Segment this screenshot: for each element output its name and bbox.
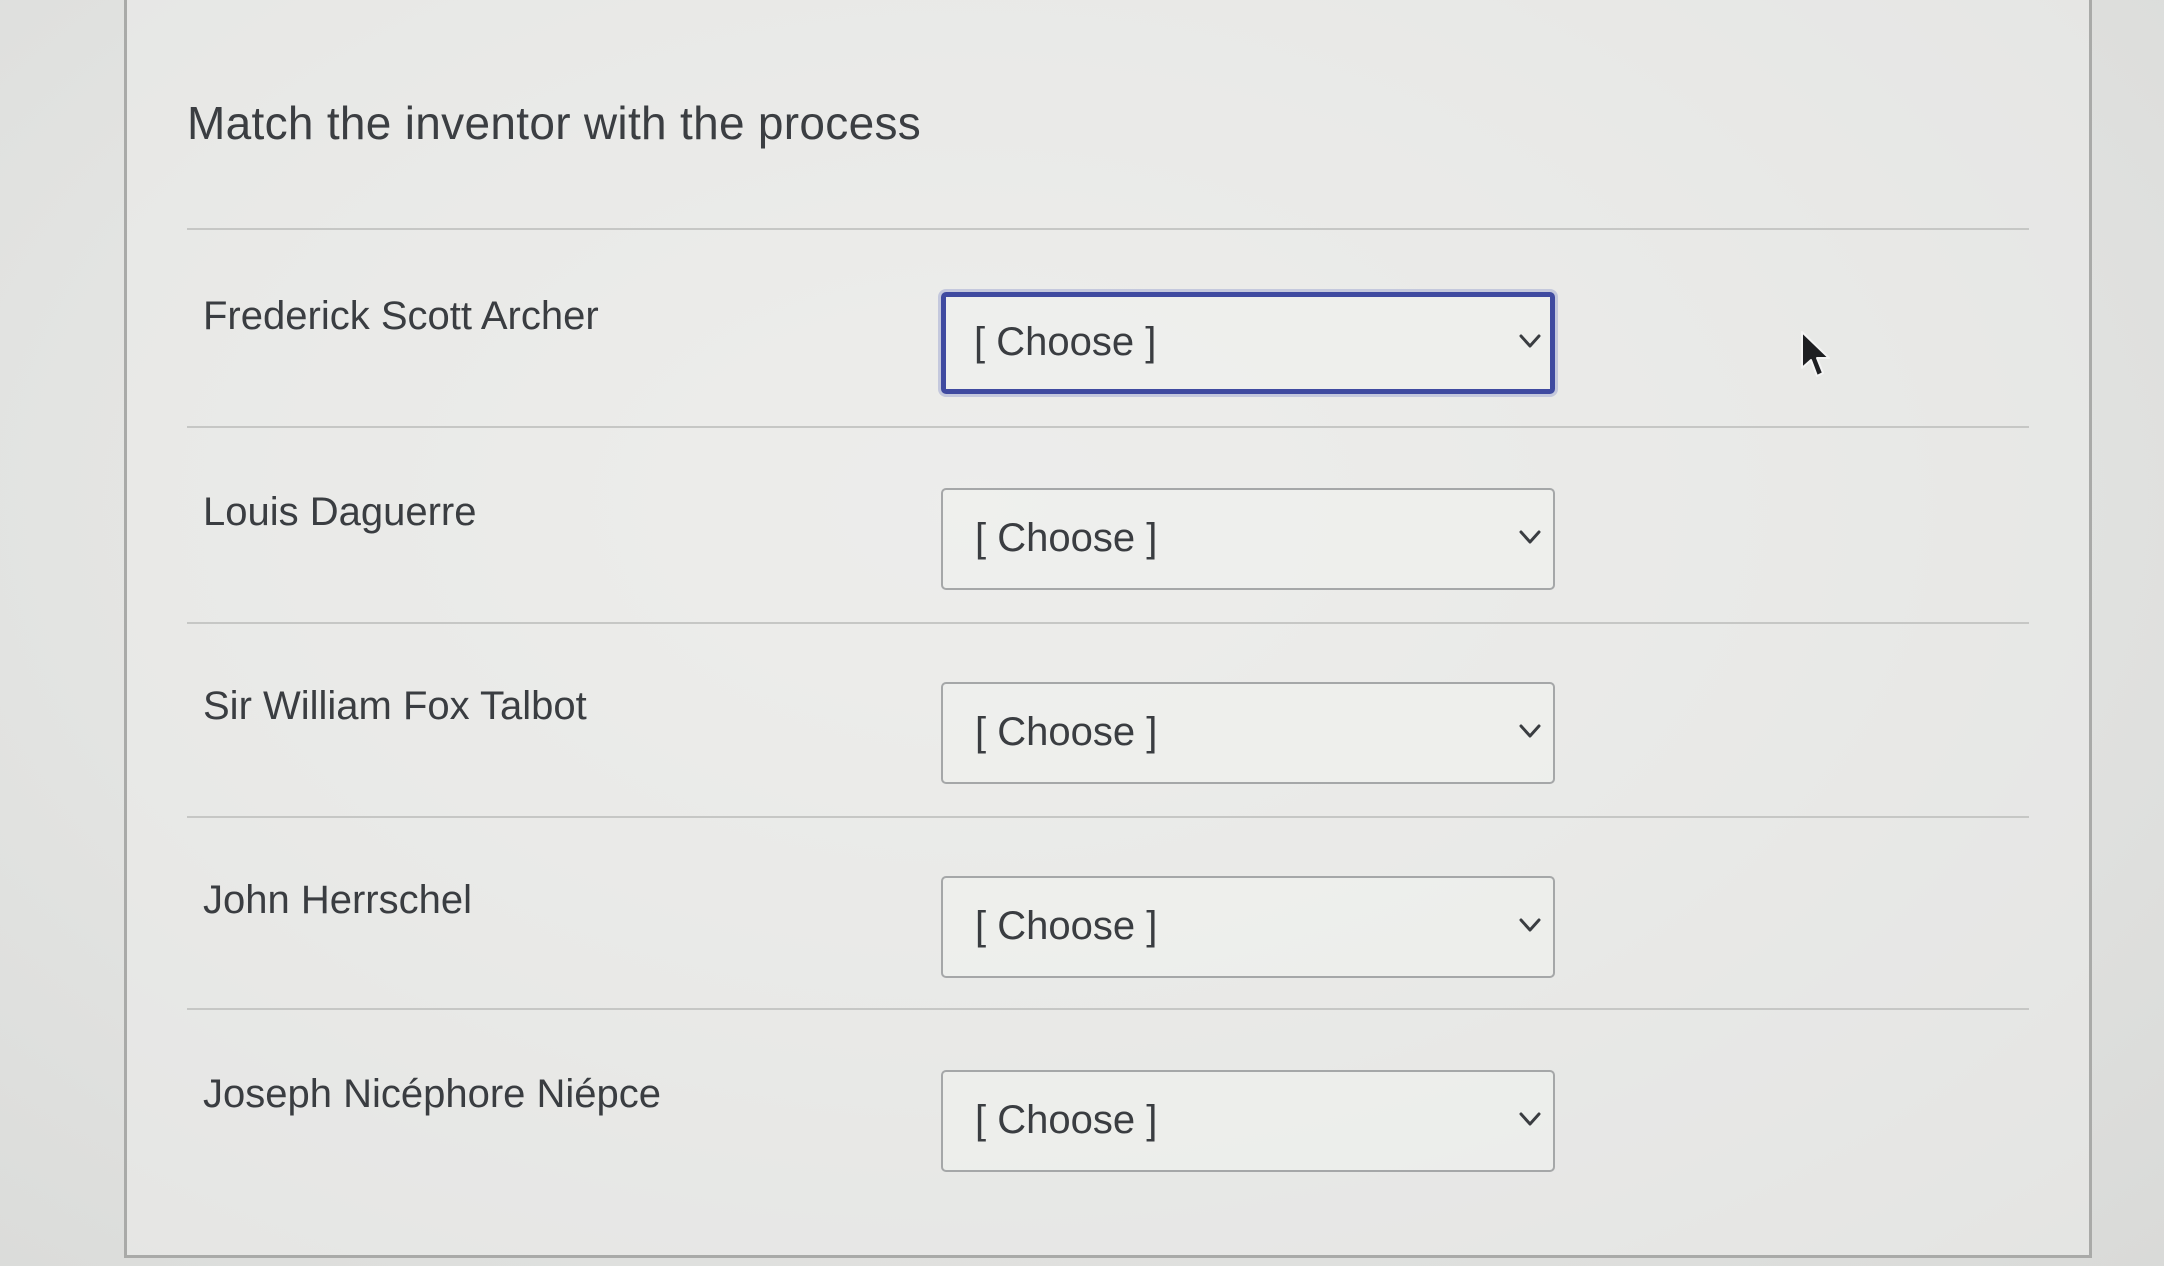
match-row-2: Louis Daguerre [ Choose ] [187, 446, 2029, 596]
chevron-down-icon [1519, 1112, 1541, 1126]
select-value: [ Choose ] [974, 320, 1157, 364]
process-select-dropdown[interactable]: [ Choose ] [941, 876, 1555, 978]
process-select-dropdown[interactable]: [ Choose ] [941, 292, 1555, 394]
inventor-label: Louis Daguerre [203, 490, 477, 534]
select-value: [ Choose ] [975, 710, 1158, 754]
process-select-dropdown[interactable]: [ Choose ] [941, 1070, 1555, 1172]
mouse-cursor-icon [1801, 331, 1830, 377]
divider [187, 622, 2029, 624]
match-row-3: Sir William Fox Talbot [ Choose ] [187, 640, 2029, 790]
inventor-label: Frederick Scott Archer [203, 294, 599, 338]
select-value: [ Choose ] [975, 1098, 1158, 1142]
inventor-label: John Herrschel [203, 878, 473, 922]
match-row-1: Frederick Scott Archer [ Choose ] [187, 250, 2029, 400]
divider [187, 1008, 2029, 1010]
chevron-down-icon [1519, 530, 1541, 544]
inventor-label: Sir William Fox Talbot [203, 684, 587, 728]
chevron-down-icon [1519, 918, 1541, 932]
chevron-down-icon [1519, 724, 1541, 738]
question-title: Match the inventor with the process [187, 97, 922, 149]
divider [187, 426, 2029, 428]
inventor-label: Joseph Nicéphore Niépce [203, 1072, 662, 1116]
select-value: [ Choose ] [975, 516, 1158, 560]
match-row-4: John Herrschel [ Choose ] [187, 834, 2029, 984]
screen-background: Match the inventor with the process Fred… [0, 0, 2164, 1266]
process-select-dropdown[interactable]: [ Choose ] [941, 682, 1555, 784]
quiz-question-card: Match the inventor with the process Fred… [124, 0, 2092, 1258]
divider [187, 816, 2029, 818]
chevron-down-icon [1519, 334, 1541, 348]
select-value: [ Choose ] [975, 904, 1158, 948]
divider [187, 228, 2029, 230]
process-select-dropdown[interactable]: [ Choose ] [941, 488, 1555, 590]
match-row-5: Joseph Nicéphore Niépce [ Choose ] [187, 1028, 2029, 1178]
